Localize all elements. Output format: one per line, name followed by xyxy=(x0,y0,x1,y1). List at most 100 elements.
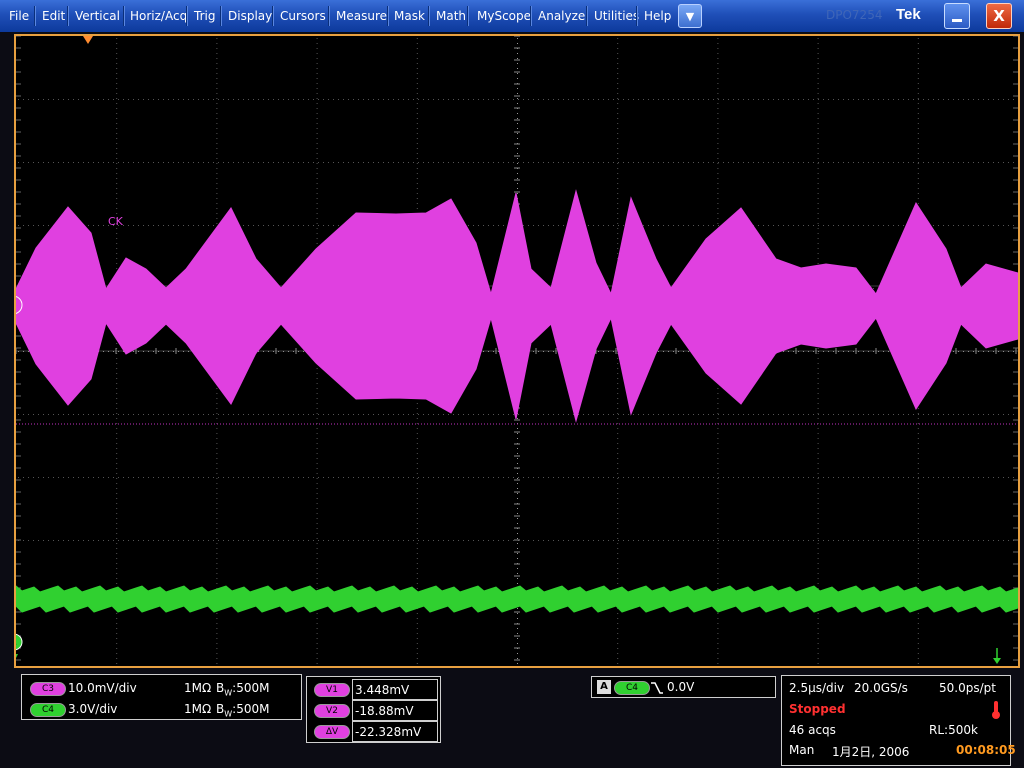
grid-dot xyxy=(68,99,69,100)
grid-dot xyxy=(1008,225,1009,226)
menu-trig[interactable]: Trig xyxy=(187,0,222,32)
grid-dot xyxy=(416,68,418,69)
grid-dot xyxy=(116,553,118,554)
grid-dot xyxy=(528,162,529,163)
grid-dot xyxy=(688,162,689,163)
grid-dot xyxy=(123,540,124,541)
grid-dot xyxy=(183,477,184,478)
grid-dot xyxy=(953,225,954,226)
grid-dot xyxy=(116,513,118,514)
triangle-down-icon: ▼ xyxy=(685,10,695,23)
grid-dot xyxy=(673,99,674,100)
grid-dot xyxy=(148,477,149,478)
channel-4-badge[interactable]: C4 xyxy=(30,703,66,717)
grid-dot xyxy=(953,477,954,478)
grid-dot xyxy=(968,477,969,478)
grid-dot xyxy=(216,448,218,449)
grid-dot xyxy=(416,108,418,109)
menu-help[interactable]: Help xyxy=(637,0,678,32)
close-button[interactable]: X xyxy=(986,3,1012,29)
grid-dot xyxy=(338,99,339,100)
menu-mask[interactable]: Mask xyxy=(387,0,432,32)
menu-cursors[interactable]: Cursors xyxy=(273,0,333,32)
grid-dot xyxy=(316,203,318,204)
grid-dot xyxy=(28,225,29,226)
grid-dot xyxy=(773,540,774,541)
grid-dot xyxy=(658,99,659,100)
grid-dot xyxy=(717,198,719,199)
grid-dot xyxy=(416,98,418,99)
grid-dot xyxy=(943,225,944,226)
grid-dot xyxy=(963,225,964,226)
grid-dot xyxy=(593,540,594,541)
grid-dot xyxy=(817,263,819,264)
grid-dot xyxy=(283,477,284,478)
grid-dot xyxy=(98,477,99,478)
menu-measure[interactable]: Measure xyxy=(329,0,394,32)
menu-file[interactable]: File xyxy=(2,0,36,32)
grid-dot xyxy=(518,99,519,100)
menu-dropdown-button[interactable]: ▼ xyxy=(678,4,702,28)
grid-dot xyxy=(38,414,39,415)
grid-dot xyxy=(343,540,344,541)
channel-4-scale: 3.0V/div xyxy=(68,702,118,716)
grid-dot xyxy=(33,414,34,415)
grid-dot xyxy=(678,414,679,415)
grid-dot xyxy=(43,162,44,163)
grid-dot xyxy=(83,162,84,163)
trigger-panel[interactable]: A C4 0.0V xyxy=(591,676,776,698)
channel-settings-panel[interactable]: C3 10.0mV/div 1MΩ BW:500M C4 3.0V/div 1M… xyxy=(21,674,302,720)
grid-dot xyxy=(363,162,364,163)
grid-dot xyxy=(258,225,259,226)
grid-dot xyxy=(617,253,619,254)
grid-dot xyxy=(116,633,118,634)
menu-display[interactable]: Display xyxy=(221,0,279,32)
grid-dot xyxy=(668,225,669,226)
menu-myscope[interactable]: MyScope xyxy=(470,0,538,32)
menu-vertical[interactable]: Vertical xyxy=(68,0,127,32)
grid-dot xyxy=(617,518,619,519)
grid-dot xyxy=(628,162,629,163)
grid-dot xyxy=(103,225,104,226)
minimize-icon xyxy=(952,19,962,22)
grid-dot xyxy=(968,225,969,226)
grid-dot xyxy=(143,414,144,415)
waveform-display[interactable]: CK 3 4 xyxy=(14,34,1020,668)
grid-dot xyxy=(303,99,304,100)
acquisition-panel[interactable]: 2.5µs/div 20.0GS/s 50.0ps/pt Stopped 46 … xyxy=(781,675,1016,766)
grid-dot xyxy=(717,433,719,434)
grid-dot xyxy=(216,223,218,224)
grid-dot xyxy=(817,358,819,359)
grid-dot xyxy=(316,448,318,449)
grid-dot xyxy=(817,143,819,144)
grid-dot xyxy=(118,477,119,478)
minimize-button[interactable] xyxy=(944,3,970,29)
grid-dot xyxy=(363,540,364,541)
grid-dot xyxy=(188,99,189,100)
grid-dot xyxy=(903,162,904,163)
grid-dot xyxy=(813,225,814,226)
menu-analyze[interactable]: Analyze xyxy=(531,0,592,32)
grid-dot xyxy=(416,638,418,639)
grid-dot xyxy=(316,138,318,139)
grid-dot xyxy=(858,162,859,163)
cursor-readout-panel[interactable]: V1 3.448mV V2 -18.88mV ΔV -22.328mV xyxy=(306,676,441,743)
grid-dot xyxy=(598,540,599,541)
grid-dot xyxy=(316,463,318,464)
grid-dot xyxy=(658,477,659,478)
grid-dot xyxy=(517,638,518,639)
grid-dot xyxy=(216,488,218,489)
menu-horiz-acq[interactable]: Horiz/Acq xyxy=(123,0,194,32)
grid-dot xyxy=(663,540,664,541)
grid-dot xyxy=(116,438,118,439)
grid-dot xyxy=(213,477,214,478)
grid-dot xyxy=(116,88,118,89)
grid-dot xyxy=(563,540,564,541)
grid-dot xyxy=(917,448,919,449)
grid-dot xyxy=(843,99,844,100)
grid-dot xyxy=(328,99,329,100)
grid-dot xyxy=(773,477,774,478)
grid-dot xyxy=(617,423,619,424)
channel-3-badge[interactable]: C3 xyxy=(30,682,66,696)
grid-dot xyxy=(138,477,139,478)
